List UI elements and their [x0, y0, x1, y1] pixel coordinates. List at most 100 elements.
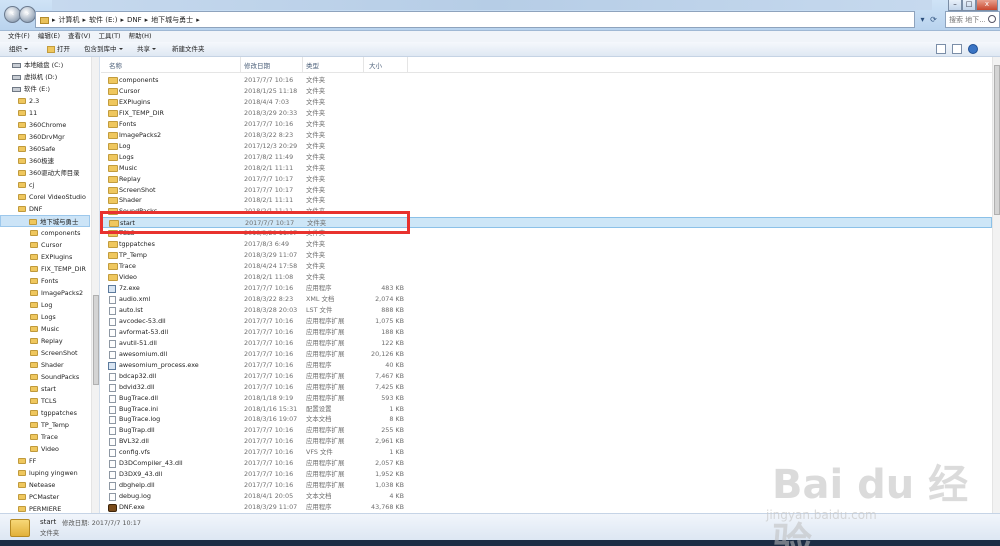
nav-item[interactable]: TCLS [30, 395, 57, 407]
nav-item[interactable]: luping yingwen [18, 467, 78, 479]
file-row[interactable]: bdcap32.dll 2017/7/7 10:16 应用程序扩展 7,467 KB [101, 371, 992, 382]
forward-button[interactable]: › [19, 6, 36, 23]
file-row[interactable]: BugTrace.dll 2018/1/18 9:19 应用程序扩展 593 KB [101, 393, 992, 404]
refresh-icon[interactable]: ⟳ [929, 12, 938, 27]
nav-item[interactable]: 360驱动大师目录 [18, 167, 80, 179]
file-row[interactable]: avutil-51.dll 2017/7/7 10:16 应用程序扩展 122 KB [101, 338, 992, 349]
column-modified[interactable]: 修改日期 [244, 60, 270, 70]
file-row[interactable]: dbghelp.dll 2017/7/7 10:16 应用程序扩展 1,038 KB [101, 480, 992, 491]
file-row[interactable]: D3DCompiler_43.dll 2017/7/7 10:16 应用程序扩展 2,… [101, 458, 992, 469]
nav-item[interactable]: Shader [30, 359, 64, 371]
file-row[interactable]: bdvid32.dll 2017/7/7 10:16 应用程序扩展 7,425 KB [101, 382, 992, 393]
column-divider[interactable] [240, 57, 241, 73]
file-row[interactable]: avcodec-53.dll 2017/7/7 10:16 应用程序扩展 1,075 … [101, 316, 992, 327]
change-view-icon[interactable] [936, 44, 946, 54]
search-icon[interactable] [988, 15, 996, 23]
file-row[interactable]: auto.lst 2018/3/28 20:03 LST 文件 888 KB [101, 305, 992, 316]
nav-item[interactable]: 软件 (E:) [12, 83, 50, 95]
column-divider[interactable] [302, 57, 303, 73]
column-divider[interactable] [363, 57, 364, 73]
file-row[interactable]: ScreenShot 2017/7/7 10:17 文件夹 [101, 185, 992, 196]
content-scrollbar[interactable] [992, 57, 1000, 513]
breadcrumb-computer[interactable]: 计算机 [59, 15, 80, 25]
nav-item[interactable]: start [30, 383, 56, 395]
nav-item[interactable]: DNF [18, 203, 42, 215]
organize-button[interactable]: 组织 [9, 44, 28, 55]
nav-item[interactable]: 360极速 [18, 155, 54, 167]
file-row[interactable]: DNF.exe 2018/3/29 11:07 应用程序 43,768 KB [101, 502, 992, 513]
file-row[interactable]: audio.xml 2018/3/22 8:23 XML 文档 2,074 KB [101, 294, 992, 305]
nav-item[interactable]: Trace [30, 431, 58, 443]
address-dropdown-icon[interactable]: ▾ [918, 12, 927, 27]
nav-item[interactable]: Music [30, 323, 59, 335]
file-row[interactable]: components 2017/7/7 10:16 文件夹 [101, 75, 992, 86]
nav-item[interactable]: ScreenShot [30, 347, 78, 359]
file-row[interactable]: 7z.exe 2017/7/7 10:16 应用程序 483 KB [101, 283, 992, 294]
file-row[interactable]: config.vfs 2017/7/7 10:16 VFS 文件 1 KB [101, 447, 992, 458]
nav-item[interactable]: 虚拟机 (D:) [12, 71, 57, 83]
file-row[interactable]: Log 2017/12/3 20:29 文件夹 [101, 141, 992, 152]
nav-item[interactable]: 本地磁盘 (C:) [12, 59, 63, 71]
nav-item[interactable]: cj [18, 179, 34, 191]
file-row[interactable]: Logs 2017/8/2 11:49 文件夹 [101, 152, 992, 163]
file-row[interactable]: BugTrap.dll 2017/7/7 10:16 应用程序扩展 255 KB [101, 425, 992, 436]
nav-item[interactable]: tgppatches [30, 407, 77, 419]
nav-scrollbar-thumb[interactable] [93, 295, 99, 385]
file-row[interactable]: awesomium_process.exe 2017/7/7 10:16 应用程序 4… [101, 360, 992, 371]
nav-item[interactable]: PERMIERE [18, 503, 61, 513]
search-input[interactable] [949, 14, 985, 25]
file-row[interactable]: tgppatches 2017/8/3 6:49 文件夹 [101, 239, 992, 250]
nav-item[interactable]: FF [18, 455, 36, 467]
nav-item[interactable]: FIX_TEMP_DIR [30, 263, 86, 275]
column-divider[interactable] [407, 57, 408, 73]
file-row[interactable]: FIX_TEMP_DIR 2018/3/29 20:33 文件夹 [101, 108, 992, 119]
address-bar[interactable]: ▸ 计算机 ▸ 软件 (E:) ▸ DNF ▸ 地下城与勇士 ▸ [35, 11, 915, 28]
file-row[interactable]: Trace 2018/4/24 17:58 文件夹 [101, 261, 992, 272]
file-row[interactable]: D3DX9_43.dll 2017/7/7 10:16 应用程序扩展 1,952 KB [101, 469, 992, 480]
file-row[interactable]: BVL32.dll 2017/7/7 10:16 应用程序扩展 2,961 KB [101, 436, 992, 447]
nav-item[interactable]: 11 [18, 107, 37, 119]
menu-tools[interactable]: 工具(T) [95, 31, 125, 42]
open-button[interactable]: 打开 [57, 44, 70, 55]
file-row[interactable]: ImagePacks2 2018/3/22 8:23 文件夹 [101, 130, 992, 141]
nav-item[interactable]: SoundPacks [30, 371, 79, 383]
nav-item[interactable]: 360DrvMgr [18, 131, 65, 143]
nav-item[interactable]: PCMaster [18, 491, 59, 503]
menu-view[interactable]: 查看(V) [64, 31, 95, 42]
menu-edit[interactable]: 编辑(E) [34, 31, 64, 42]
nav-item[interactable]: Corel VideoStudio [18, 191, 86, 203]
file-row[interactable]: BugTrace.log 2018/3/16 19:07 文本文档 8 KB [101, 414, 992, 425]
nav-item[interactable]: TP_Temp [30, 419, 69, 431]
file-row[interactable]: avformat-53.dll 2017/7/7 10:16 应用程序扩展 188 K… [101, 327, 992, 338]
nav-item[interactable]: Log [30, 299, 52, 311]
breadcrumb-current[interactable]: 地下城与勇士 [151, 15, 193, 25]
file-row[interactable]: TP_Temp 2018/3/29 11:07 文件夹 [101, 250, 992, 261]
column-name[interactable]: 名称 [109, 60, 122, 70]
file-row[interactable]: Fonts 2017/7/7 10:16 文件夹 [101, 119, 992, 130]
file-row[interactable]: awesomium.dll 2017/7/7 10:16 应用程序扩展 20,126 … [101, 349, 992, 360]
file-row[interactable]: BugTrace.ini 2018/1/16 15:31 配置设置 1 KB [101, 404, 992, 415]
nav-item[interactable]: Replay [30, 335, 63, 347]
column-type[interactable]: 类型 [306, 60, 319, 70]
file-row[interactable]: Cursor 2018/1/25 11:18 文件夹 [101, 86, 992, 97]
breadcrumb-dnf[interactable]: DNF [127, 16, 142, 24]
file-row[interactable]: Music 2018/2/1 11:11 文件夹 [101, 163, 992, 174]
preview-pane-icon[interactable] [952, 44, 962, 54]
nav-item[interactable]: components [30, 227, 80, 239]
menu-help[interactable]: 帮助(H) [125, 31, 156, 42]
nav-item[interactable]: Netease [18, 479, 55, 491]
file-row[interactable]: debug.log 2018/4/1 20:05 文本文档 4 KB [101, 491, 992, 502]
nav-item[interactable]: Cursor [30, 239, 62, 251]
nav-item[interactable]: Logs [30, 311, 56, 323]
close-button[interactable]: x [976, 0, 998, 11]
menu-file[interactable]: 文件(F) [4, 31, 34, 42]
content-scrollbar-thumb[interactable] [994, 65, 1000, 215]
file-row[interactable]: EXPlugins 2018/4/4 7:03 文件夹 [101, 97, 992, 108]
nav-item[interactable]: 360Safe [18, 143, 55, 155]
nav-item[interactable]: Fonts [30, 275, 58, 287]
file-row[interactable]: Shader 2018/2/1 11:11 文件夹 [101, 195, 992, 206]
maximize-button[interactable]: □ [962, 0, 976, 11]
nav-item[interactable]: 2.3 [18, 95, 39, 107]
file-row[interactable]: Video 2018/2/1 11:08 文件夹 [101, 272, 992, 283]
nav-item[interactable]: 360Chrome [18, 119, 66, 131]
